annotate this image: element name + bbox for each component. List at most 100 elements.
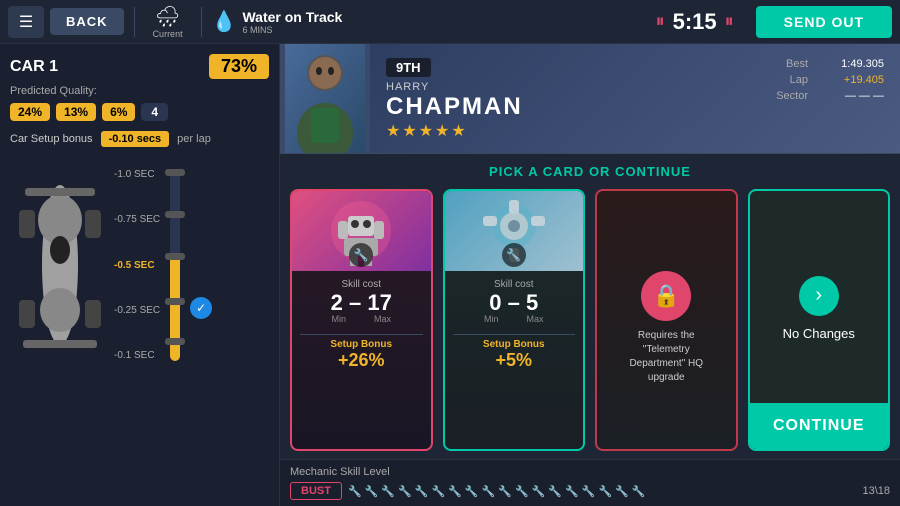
menu-icon: ☰ bbox=[19, 12, 33, 32]
driver-last-name: CHAPMAN bbox=[386, 93, 744, 121]
card-2-bonus-label: Setup Bonus bbox=[483, 339, 545, 350]
pause-icon-right[interactable]: ⏸ bbox=[725, 11, 734, 32]
car-slider-area: -1.0 SEC -0.75 SEC -0.5 SEC -0.25 SEC -0… bbox=[10, 155, 269, 375]
skill-count: 13\18 bbox=[862, 485, 890, 497]
pct-badge-1: 24% bbox=[10, 103, 50, 121]
lock-icon: 🔒 bbox=[641, 271, 691, 321]
slider-label-5: -0.1 SEC bbox=[114, 350, 160, 361]
skill-icon-14: 🔧 bbox=[565, 485, 579, 498]
slider-track[interactable] bbox=[170, 169, 180, 361]
checkmark-badge: ✓ bbox=[190, 297, 212, 319]
setup-bonus-row: Car Setup bonus -0.10 secs per lap bbox=[10, 131, 269, 147]
card-2-skill-value: 0 – 5 bbox=[489, 292, 538, 314]
skill-icon-1: 🔧 bbox=[348, 485, 362, 498]
per-lap-label: per lap bbox=[177, 133, 211, 145]
main-layout: CAR 1 73% Predicted Quality: 24% 13% 6% … bbox=[0, 44, 900, 506]
slider-track-area[interactable] bbox=[164, 155, 186, 375]
water-on-track: 💧 Water on Track 6 MINS bbox=[212, 9, 343, 35]
lap-label: Lap bbox=[790, 74, 808, 86]
separator-2 bbox=[201, 7, 202, 37]
card-2-image: 🔧 bbox=[445, 191, 584, 271]
driver-stars: ★★★★★ bbox=[386, 121, 744, 141]
menu-button[interactable]: ☰ bbox=[8, 6, 44, 38]
slider-thumb-1[interactable] bbox=[165, 169, 185, 176]
skill-icon-2: 🔧 bbox=[365, 485, 379, 498]
card-1-min-label: Min bbox=[331, 314, 346, 324]
skill-icon-7: 🔧 bbox=[448, 485, 462, 498]
skill-icon-17: 🔧 bbox=[615, 485, 629, 498]
driver-info-row: 9TH HARRY CHAPMAN ★★★★★ Best 1:49.305 La… bbox=[280, 44, 900, 154]
skill-icon-15: 🔧 bbox=[582, 485, 596, 498]
card-2-skill-sub: Min Max bbox=[484, 314, 544, 324]
checkmark-area: ✓ bbox=[190, 155, 212, 375]
position-badge: 9TH bbox=[386, 58, 431, 77]
right-panel: 9TH HARRY CHAPMAN ★★★★★ Best 1:49.305 La… bbox=[280, 44, 900, 506]
stat-row-best: Best 1:49.305 bbox=[776, 58, 884, 70]
arrow-circle[interactable]: › bbox=[799, 276, 839, 316]
timer-section: ⏸ 5:15 ⏸ bbox=[656, 9, 734, 35]
card-2-max-label: Max bbox=[527, 314, 544, 324]
card-1-body: Skill cost 2 – 17 Min Max Setup Bonus +2… bbox=[292, 271, 431, 449]
driver-avatar bbox=[280, 44, 370, 153]
card-1-max-label: Max bbox=[374, 314, 391, 324]
continue-button[interactable]: CONTINUE bbox=[750, 403, 889, 449]
pct-num-4: 4 bbox=[141, 103, 168, 121]
back-button[interactable]: BACK bbox=[50, 8, 124, 35]
pick-card-title: PICK A CARD OR CONTINUE bbox=[280, 154, 900, 189]
slider-label-active: -0.5 SEC bbox=[114, 260, 160, 271]
card-1-bonus-value: +26% bbox=[338, 350, 385, 371]
card-2-min-label: Min bbox=[484, 314, 499, 324]
slider-thumb-2[interactable] bbox=[165, 211, 185, 218]
card-1-divider bbox=[300, 334, 423, 335]
card-4-continue[interactable]: › No Changes CONTINUE bbox=[748, 189, 891, 451]
slider-fill bbox=[170, 255, 180, 361]
skill-icon-18: 🔧 bbox=[632, 485, 646, 498]
skill-icon-10: 🔧 bbox=[498, 485, 512, 498]
avatar-svg bbox=[285, 44, 365, 153]
skill-icon-6: 🔧 bbox=[431, 485, 445, 498]
lap-value: +19.405 bbox=[824, 74, 884, 86]
slider-label-1: -1.0 SEC bbox=[114, 169, 160, 180]
best-label: Best bbox=[786, 58, 808, 70]
card-2-body: Skill cost 0 – 5 Min Max Setup Bonus +5% bbox=[445, 271, 584, 449]
skill-icon-8: 🔧 bbox=[465, 485, 479, 498]
pause-icon-left[interactable]: ⏸ bbox=[656, 11, 665, 32]
weather-current-label: Current bbox=[153, 29, 183, 39]
skill-icon-5: 🔧 bbox=[415, 485, 429, 498]
slider-label-4: -0.25 SEC bbox=[114, 305, 160, 316]
quality-badge: 73% bbox=[209, 54, 269, 79]
sector-label: Sector bbox=[776, 90, 808, 102]
card-1-bonus-label: Setup Bonus bbox=[330, 339, 392, 350]
car-svg bbox=[15, 160, 105, 370]
skill-icon-4: 🔧 bbox=[398, 485, 412, 498]
skill-icon-12: 🔧 bbox=[532, 485, 546, 498]
slider-thumb-active[interactable] bbox=[165, 253, 185, 260]
no-changes-label: No Changes bbox=[783, 326, 855, 341]
card-2[interactable]: 🔧 Skill cost 0 – 5 Min Max Setup Bonus +… bbox=[443, 189, 586, 451]
card-1-wrench-icon: 🔧 bbox=[349, 243, 373, 267]
card-2-divider bbox=[453, 334, 576, 335]
card-4-top: › No Changes bbox=[783, 191, 855, 403]
pick-card-text: PICK A CARD OR CONTINUE bbox=[489, 164, 691, 179]
card-2-skill-label: Skill cost bbox=[494, 279, 533, 290]
card-2-bonus-value: +5% bbox=[495, 350, 532, 371]
card-1-skill-label: Skill cost bbox=[342, 279, 381, 290]
pct-badge-2: 13% bbox=[56, 103, 96, 121]
timer-display: 5:15 bbox=[673, 9, 717, 35]
weather-current: 🌧 Current bbox=[145, 4, 191, 39]
left-panel: CAR 1 73% Predicted Quality: 24% 13% 6% … bbox=[0, 44, 280, 506]
skill-icon-13: 🔧 bbox=[548, 485, 562, 498]
slider-thumb-5[interactable] bbox=[165, 338, 185, 345]
skill-icon-16: 🔧 bbox=[599, 485, 613, 498]
best-value: 1:49.305 bbox=[824, 58, 884, 70]
card-1[interactable]: 🔧 Skill cost 2 – 17 Min Max Setup Bonus … bbox=[290, 189, 433, 451]
driver-first-name: HARRY bbox=[386, 81, 744, 93]
setup-bonus-value: -0.10 secs bbox=[101, 131, 170, 147]
card-1-skill-sub: Min Max bbox=[331, 314, 391, 324]
slider-thumb-4[interactable] bbox=[165, 298, 185, 305]
slider-label-2: -0.75 SEC bbox=[114, 214, 160, 225]
send-out-button[interactable]: SEND OUT bbox=[756, 6, 892, 38]
stat-row-sector: Sector — — — bbox=[776, 90, 884, 102]
mechanic-bar-row: BUST 🔧🔧🔧🔧🔧🔧🔧🔧🔧🔧🔧🔧🔧🔧🔧🔧🔧🔧 13\18 bbox=[290, 482, 890, 500]
mechanic-row: Mechanic Skill Level BUST 🔧🔧🔧🔧🔧🔧🔧🔧🔧🔧🔧🔧🔧🔧… bbox=[280, 459, 900, 506]
